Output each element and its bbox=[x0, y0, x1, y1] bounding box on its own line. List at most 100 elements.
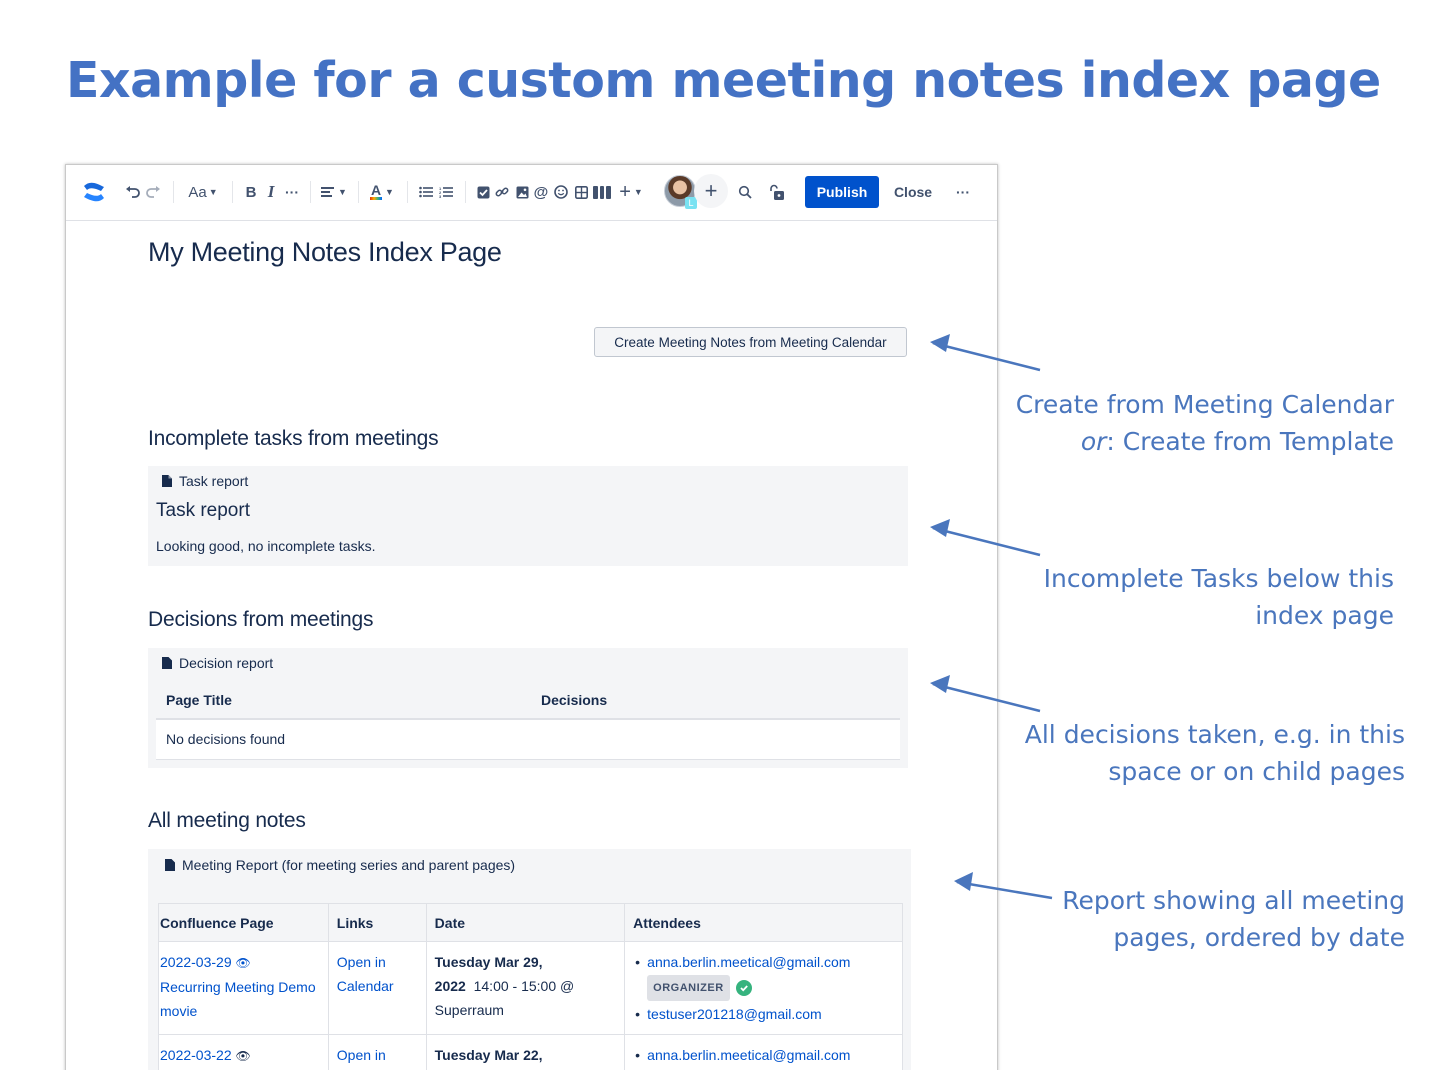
chevron-down-icon: ▼ bbox=[385, 187, 394, 197]
plus-icon: + bbox=[619, 180, 631, 203]
svg-text:3: 3 bbox=[439, 194, 442, 198]
confluence-logo-icon[interactable] bbox=[80, 179, 108, 205]
column-header-confluence-page[interactable]: Confluence Page bbox=[158, 903, 329, 942]
links-cell: Open in Calendar bbox=[327, 941, 427, 1035]
task-report-status: Looking good, no incomplete tasks. bbox=[156, 538, 376, 554]
annotation-meetings: Report showing all meeting pages, ordere… bbox=[1062, 882, 1405, 956]
annotation-line: Report showing all meeting bbox=[1062, 886, 1405, 915]
chevron-down-icon: ▼ bbox=[633, 187, 643, 197]
confluence-editor-window: Aa ▼ B I ··· ▼ A ▼ 123 @ + ▼ L + Publish… bbox=[65, 164, 998, 1070]
meeting-date: Tuesday Mar 29, bbox=[434, 954, 543, 970]
attendee-email[interactable]: anna.berlin.meetical@gmail.com bbox=[633, 1043, 894, 1067]
macro-header: Meeting Report (for meeting series and p… bbox=[165, 857, 515, 873]
page-title[interactable]: My Meeting Notes Index Page bbox=[148, 237, 502, 268]
chevron-down-icon: ▼ bbox=[338, 187, 347, 197]
numbered-list-icon[interactable]: 123 bbox=[437, 179, 455, 205]
create-meeting-notes-button[interactable]: Create Meeting Notes from Meeting Calend… bbox=[594, 327, 907, 357]
link-icon[interactable] bbox=[494, 179, 510, 205]
alignment-dropdown[interactable]: ▼ bbox=[318, 179, 350, 205]
more-formatting-icon[interactable]: ··· bbox=[283, 179, 301, 205]
date-cell: Tuesday Mar 22, bbox=[425, 1034, 626, 1070]
column-header-links[interactable]: Links bbox=[327, 903, 427, 942]
chevron-down-icon: ▼ bbox=[208, 187, 218, 197]
annotation-text: : Create from Template bbox=[1106, 427, 1394, 456]
insert-dropdown[interactable]: + ▼ bbox=[615, 179, 647, 205]
publish-button[interactable]: Publish bbox=[805, 176, 879, 208]
annotation-tasks: Incomplete Tasks below this index page bbox=[1044, 560, 1394, 634]
page-date-link[interactable]: 2022-03-22 bbox=[160, 1047, 232, 1063]
restrictions-lock-icon[interactable] bbox=[767, 179, 787, 205]
confluence-page-cell: 2022-03-22 👁 bbox=[158, 1034, 329, 1070]
meeting-report-macro[interactable]: Meeting Report (for meeting series and p… bbox=[148, 849, 911, 1070]
redo-icon[interactable] bbox=[144, 179, 162, 205]
text-style-dropdown[interactable]: Aa ▼ bbox=[185, 179, 221, 205]
text-color-dropdown[interactable]: A ▼ bbox=[366, 179, 398, 205]
task-report-macro-label: Task report bbox=[179, 473, 249, 489]
annotation-line: or: Create from Template bbox=[1016, 423, 1394, 460]
meeting-year: 2022 bbox=[434, 978, 466, 994]
more-options-icon[interactable]: ··· bbox=[952, 179, 974, 205]
meeting-location: Superraum bbox=[434, 1002, 504, 1018]
meeting-report-table: Confluence Page Links Date Attendees 202… bbox=[158, 903, 903, 1070]
decision-table: Page Title Decisions No decisions found bbox=[156, 682, 900, 760]
links-cell: Open in bbox=[327, 1034, 427, 1070]
toolbar-divider bbox=[407, 181, 408, 203]
bullet-list-icon[interactable] bbox=[417, 179, 435, 205]
link-text: Calendar bbox=[336, 978, 394, 994]
annotation-decisions: All decisions taken, e.g. in this space … bbox=[1025, 716, 1405, 790]
column-header-attendees[interactable]: Attendees bbox=[624, 903, 903, 942]
align-left-icon bbox=[321, 187, 335, 197]
attendee-email[interactable]: testuser201218@gmail.com bbox=[633, 1002, 894, 1026]
attendee-email[interactable]: anna.berlin.meetical@gmail.com bbox=[633, 950, 894, 974]
task-report-macro[interactable]: Task report Task report Looking good, no… bbox=[148, 466, 908, 566]
annotation-create: Create from Meeting Calendar or: Create … bbox=[1016, 386, 1394, 460]
slide-title: Example for a custom meeting notes index… bbox=[66, 52, 1381, 109]
document-icon bbox=[165, 859, 175, 871]
bold-icon[interactable]: B bbox=[243, 179, 259, 205]
table-icon[interactable] bbox=[573, 179, 589, 205]
undo-icon[interactable] bbox=[124, 179, 142, 205]
invite-collaborator-plus-icon[interactable]: + bbox=[694, 174, 728, 208]
italic-icon[interactable]: I bbox=[263, 179, 279, 205]
decision-report-macro[interactable]: Decision report Page Title Decisions No … bbox=[148, 648, 908, 768]
page-title-link[interactable]: Recurring Meeting Demo movie bbox=[160, 979, 316, 1019]
macro-header: Task report bbox=[162, 473, 248, 489]
search-icon[interactable] bbox=[736, 179, 754, 205]
decisions-heading: Decisions from meetings bbox=[148, 608, 374, 631]
close-button[interactable]: Close bbox=[884, 176, 942, 208]
annotation-line: Incomplete Tasks below this bbox=[1043, 564, 1394, 593]
column-header-page-title[interactable]: Page Title bbox=[166, 692, 232, 708]
open-in-calendar-link[interactable]: Open in Calendar bbox=[337, 954, 394, 994]
document-icon bbox=[162, 657, 172, 669]
image-icon[interactable] bbox=[514, 179, 530, 205]
table-row: No decisions found bbox=[156, 720, 900, 760]
eye-icon: 👁 bbox=[235, 956, 251, 970]
toolbar-divider bbox=[232, 181, 233, 203]
table-row: 2022-03-29 👁 Recurring Meeting Demo movie… bbox=[158, 941, 903, 1035]
column-header-decisions[interactable]: Decisions bbox=[541, 692, 607, 708]
page-link[interactable]: 2022-03-29 👁 Recurring Meeting Demo movie bbox=[160, 954, 316, 1019]
annotation-emphasis: or bbox=[1080, 427, 1107, 456]
annotation-line: pages, ordered by date bbox=[1113, 923, 1405, 952]
organizer-row: ORGANIZER bbox=[647, 975, 894, 1001]
action-item-icon[interactable] bbox=[475, 179, 491, 205]
meeting-report-macro-label: Meeting Report (for meeting series and p… bbox=[182, 857, 516, 873]
open-in-calendar-link[interactable]: Open in bbox=[337, 1047, 386, 1063]
document-icon bbox=[162, 475, 172, 487]
emoji-icon[interactable] bbox=[553, 179, 569, 205]
macro-header: Decision report bbox=[162, 655, 273, 671]
mention-icon[interactable]: @ bbox=[533, 179, 549, 205]
annotation-line: space or on child pages bbox=[1108, 757, 1405, 786]
page-date-link[interactable]: 2022-03-29 bbox=[160, 954, 232, 970]
table-header-row: Page Title Decisions bbox=[156, 682, 900, 720]
editor-toolbar: Aa ▼ B I ··· ▼ A ▼ 123 @ + ▼ L + Publish… bbox=[66, 165, 997, 221]
link-text: Open in bbox=[336, 954, 386, 970]
column-header-date[interactable]: Date bbox=[425, 903, 626, 942]
meeting-time: 14:00 - 15:00 @ bbox=[473, 978, 575, 994]
tasks-heading: Incomplete tasks from meetings bbox=[148, 427, 439, 450]
annotation-line: All decisions taken, e.g. in this bbox=[1024, 720, 1405, 749]
meetings-heading: All meeting notes bbox=[148, 809, 306, 832]
text-color-icon: A bbox=[370, 182, 383, 200]
attendees-cell: anna.berlin.meetical@gmail.com bbox=[624, 1034, 903, 1070]
layouts-icon[interactable] bbox=[592, 179, 612, 205]
